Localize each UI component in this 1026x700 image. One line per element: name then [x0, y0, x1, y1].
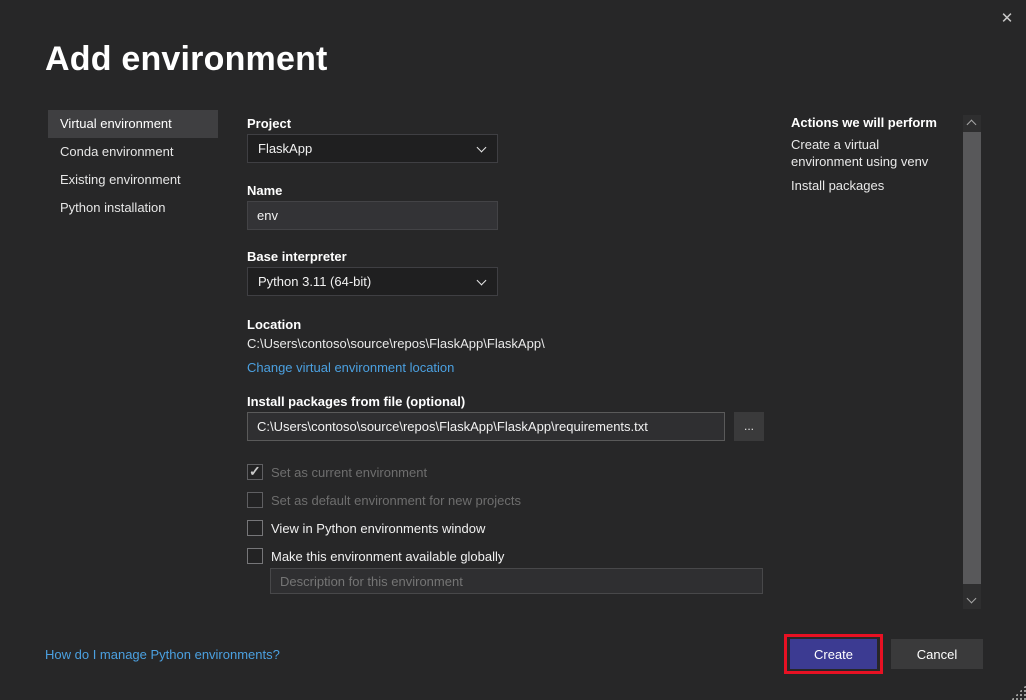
sidebar-item-python-installation[interactable]: Python installation: [48, 194, 218, 222]
sidebar-item-existing-environment[interactable]: Existing environment: [48, 166, 218, 194]
checkbox-row-view-environments: View in Python environments window: [247, 519, 485, 537]
scroll-up-icon[interactable]: [963, 115, 981, 131]
project-label: Project: [247, 116, 291, 131]
resize-grip[interactable]: [1011, 685, 1026, 700]
environment-type-list: Virtual environment Conda environment Ex…: [48, 110, 218, 222]
available-globally-checkbox[interactable]: [247, 548, 263, 564]
name-input[interactable]: [247, 201, 498, 230]
sidebar-item-conda-environment[interactable]: Conda environment: [48, 138, 218, 166]
help-link[interactable]: How do I manage Python environments?: [45, 647, 280, 662]
actions-panel-item: Create a virtual environment using venv: [791, 136, 953, 170]
checkbox-label: View in Python environments window: [271, 521, 485, 536]
actions-panel: Actions we will perform Create a virtual…: [791, 115, 953, 201]
create-button[interactable]: Create: [790, 639, 877, 669]
actions-panel-title: Actions we will perform: [791, 115, 953, 130]
sidebar-item-virtual-environment[interactable]: Virtual environment: [48, 110, 218, 138]
close-icon[interactable]: ✕: [996, 8, 1018, 30]
checkbox-label: Make this environment available globally: [271, 549, 504, 564]
base-interpreter-label: Base interpreter: [247, 249, 347, 264]
location-path: C:\Users\contoso\source\repos\FlaskApp\F…: [247, 336, 545, 351]
scrollbar[interactable]: [963, 115, 981, 609]
set-default-environment-checkbox[interactable]: [247, 492, 263, 508]
scroll-down-icon[interactable]: [963, 593, 981, 609]
checkbox-row-set-current: Set as current environment: [247, 463, 427, 481]
name-label: Name: [247, 183, 282, 198]
project-dropdown[interactable]: FlaskApp: [247, 134, 498, 163]
base-interpreter-dropdown[interactable]: Python 3.11 (64-bit): [247, 267, 498, 296]
checkbox-label: Set as default environment for new proje…: [271, 493, 521, 508]
chevron-down-icon: [477, 276, 487, 286]
location-label: Location: [247, 317, 301, 332]
change-location-link[interactable]: Change virtual environment location: [247, 360, 454, 375]
add-environment-dialog: Add environment ✕ Virtual environment Co…: [0, 0, 1026, 700]
requirements-file-input[interactable]: [247, 412, 725, 441]
install-packages-label: Install packages from file (optional): [247, 394, 465, 409]
browse-button[interactable]: ...: [734, 412, 764, 441]
actions-panel-item: Install packages: [791, 177, 953, 194]
cancel-button[interactable]: Cancel: [891, 639, 983, 669]
scrollbar-thumb[interactable]: [963, 132, 981, 584]
chevron-down-icon: [477, 143, 487, 153]
checkbox-row-available-globally: Make this environment available globally: [247, 547, 504, 565]
project-dropdown-value: FlaskApp: [258, 141, 312, 156]
view-environments-window-checkbox[interactable]: [247, 520, 263, 536]
description-input[interactable]: [270, 568, 763, 594]
base-interpreter-dropdown-value: Python 3.11 (64-bit): [258, 274, 371, 289]
set-current-environment-checkbox[interactable]: [247, 464, 263, 480]
checkbox-label: Set as current environment: [271, 465, 427, 480]
dialog-title: Add environment: [45, 40, 328, 79]
checkbox-row-set-default: Set as default environment for new proje…: [247, 491, 521, 509]
